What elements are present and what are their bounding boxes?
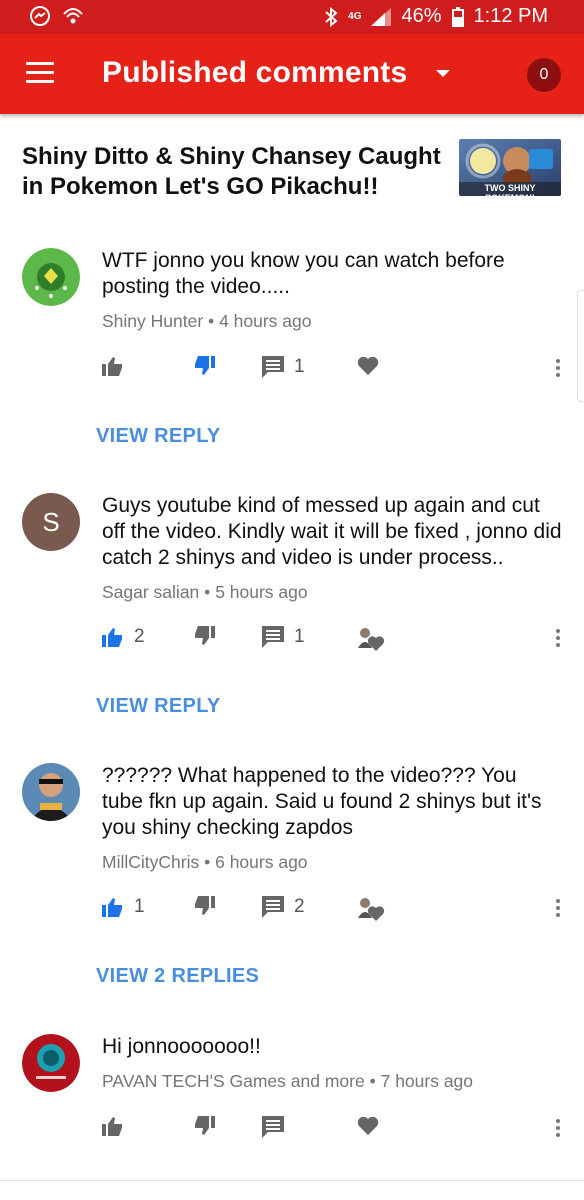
thumb-down-icon xyxy=(195,1116,215,1135)
comment-actions: 1 xyxy=(0,356,584,386)
comment-actions: 2 1 xyxy=(0,626,584,656)
avatar[interactable]: S xyxy=(22,493,80,551)
menu-icon[interactable] xyxy=(26,62,54,84)
thumb-up-icon xyxy=(102,898,122,917)
dislike-button[interactable] xyxy=(193,356,215,376)
avatar[interactable] xyxy=(22,248,80,306)
thumb-down-icon xyxy=(195,896,215,915)
meta-separator: • xyxy=(204,852,211,872)
reply-button[interactable] xyxy=(262,1116,284,1138)
scrollbar[interactable] xyxy=(577,290,584,402)
comment-actions: 1 2 xyxy=(0,896,584,926)
comment-time: 5 hours ago xyxy=(215,582,308,602)
count-badge[interactable]: 0 xyxy=(527,58,561,92)
creator-heart-icon xyxy=(358,628,385,651)
comment-text: WTF jonno you know you can watch before … xyxy=(102,249,505,298)
more-vert-icon[interactable] xyxy=(550,626,566,650)
status-time: 1:12 PM xyxy=(473,5,548,27)
thumb-up-icon xyxy=(102,357,122,376)
heart-button[interactable] xyxy=(357,1116,379,1136)
view-reply-link[interactable]: VIEW REPLY xyxy=(96,425,221,448)
like-button[interactable]: 1 xyxy=(102,896,145,918)
comment-text: Guys youtube kind of messed up again and… xyxy=(102,494,562,569)
thumb-up-icon xyxy=(102,628,122,647)
avatar[interactable] xyxy=(22,1034,80,1092)
more-vert-icon[interactable] xyxy=(550,1116,566,1140)
video-header: Shiny Ditto & Shiny Chansey Caught in Po… xyxy=(0,118,584,223)
divider xyxy=(0,1180,584,1181)
like-count: 1 xyxy=(134,896,145,917)
view-reply-link[interactable]: VIEW REPLY xyxy=(96,695,221,718)
comment-author[interactable]: PAVAN TECH'S Games and more xyxy=(102,1071,365,1091)
app-bar: Published comments 0 xyxy=(0,34,584,114)
comment-actions xyxy=(0,1116,584,1146)
creator-heart-button[interactable] xyxy=(355,896,385,922)
avatar-letter: S xyxy=(42,507,60,537)
comment-author[interactable]: Shiny Hunter xyxy=(102,311,203,331)
comment-time: 6 hours ago xyxy=(215,852,308,872)
dropdown-icon[interactable] xyxy=(436,70,450,77)
creator-heart-icon xyxy=(358,898,385,921)
like-button[interactable] xyxy=(102,356,124,376)
avatar[interactable] xyxy=(22,763,80,821)
like-button[interactable] xyxy=(102,1116,124,1136)
comment-text: ?????? What happened to the video??? You… xyxy=(102,764,542,839)
view-replies-link[interactable]: VIEW 2 REPLIES xyxy=(96,965,259,988)
bluetooth-icon xyxy=(325,6,338,27)
comment-meta: Sagar salian • 5 hours ago xyxy=(102,582,308,603)
thumb-up-icon xyxy=(102,1117,122,1136)
video-thumbnail[interactable]: TWO SHINY POKEMON! xyxy=(459,139,561,196)
comment-author[interactable]: Sagar salian xyxy=(102,582,199,602)
like-button[interactable]: 2 xyxy=(102,626,145,648)
status-bar: 4G 46% 1:12 PM xyxy=(0,0,584,34)
signal-icon xyxy=(371,7,392,26)
comment-meta: MillCityChris • 6 hours ago xyxy=(102,852,308,873)
reply-count: 2 xyxy=(294,896,305,917)
thumbnail-caption: TWO SHINY POKEMON! xyxy=(484,183,536,196)
creator-heart-button[interactable] xyxy=(355,626,385,652)
dislike-button[interactable] xyxy=(193,626,215,646)
meta-separator: • xyxy=(204,582,211,602)
video-title[interactable]: Shiny Ditto & Shiny Chansey Caught in Po… xyxy=(22,142,442,202)
comment-time: 4 hours ago xyxy=(219,311,312,331)
heart-icon xyxy=(357,356,379,375)
comment-time: 7 hours ago xyxy=(380,1071,474,1091)
more-vert-icon[interactable] xyxy=(550,356,566,380)
messenger-icon xyxy=(30,6,50,26)
thumb-down-icon xyxy=(195,356,215,375)
meta-separator: • xyxy=(208,311,215,331)
dislike-button[interactable] xyxy=(193,896,215,916)
network-type-label: 4G xyxy=(348,11,362,22)
reply-button[interactable]: 1 xyxy=(262,356,305,378)
reply-icon xyxy=(262,1116,284,1138)
heart-button[interactable] xyxy=(357,356,379,376)
thumb-down-icon xyxy=(195,626,215,645)
reply-icon xyxy=(262,356,284,378)
wifi-hotspot-icon xyxy=(63,8,83,24)
reply-count: 1 xyxy=(294,356,305,377)
reply-count: 1 xyxy=(294,626,305,647)
heart-icon xyxy=(357,1116,379,1135)
page-title: Published comments xyxy=(102,56,408,89)
more-vert-icon[interactable] xyxy=(550,896,566,920)
meta-separator: • xyxy=(369,1071,376,1091)
dislike-button[interactable] xyxy=(193,1116,215,1136)
like-count: 2 xyxy=(134,626,145,647)
comment-meta: PAVAN TECH'S Games and more • 7 hours ag… xyxy=(102,1071,473,1092)
comment-meta: Shiny Hunter • 4 hours ago xyxy=(102,311,312,332)
reply-icon xyxy=(262,896,284,918)
comment-text: Hi jonnooooooo!! xyxy=(102,1035,261,1058)
battery-percent: 46% xyxy=(401,5,442,27)
battery-icon xyxy=(451,6,464,27)
comment-author[interactable]: MillCityChris xyxy=(102,852,199,872)
reply-button[interactable]: 1 xyxy=(262,626,305,648)
reply-icon xyxy=(262,626,284,648)
reply-button[interactable]: 2 xyxy=(262,896,305,918)
